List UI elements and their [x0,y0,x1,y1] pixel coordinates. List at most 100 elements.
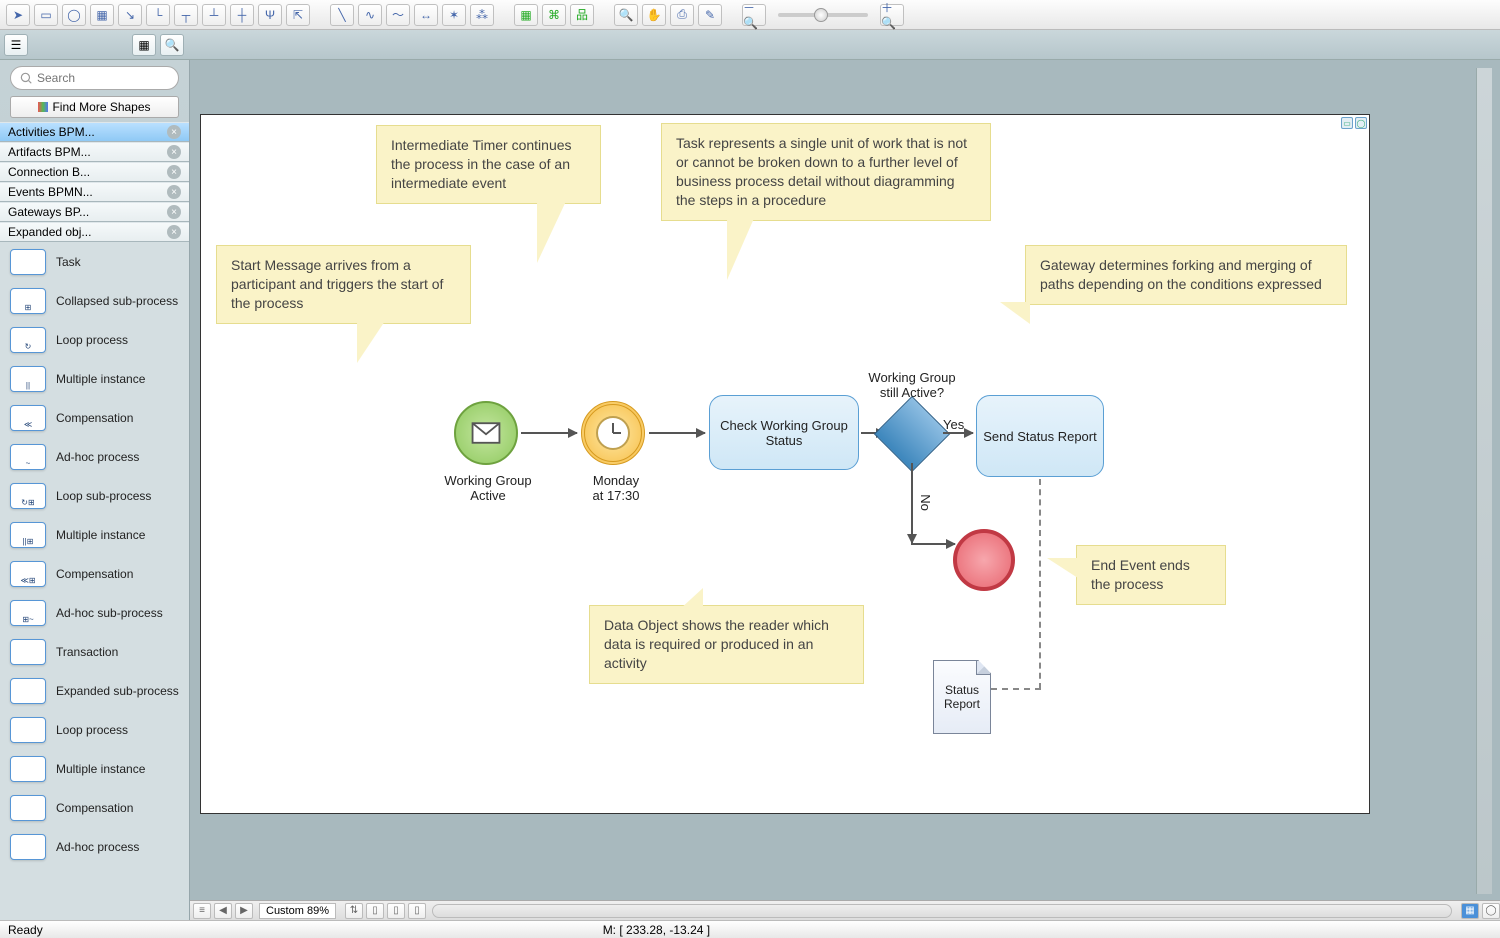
shape-icon [10,249,46,275]
search-view-icon[interactable]: 🔍 [160,34,184,56]
shape-item-6[interactable]: ↻⊞Loop sub-process [0,476,189,515]
end-event[interactable] [953,529,1015,591]
shape-icon: || [10,366,46,392]
shape-icon: ↻ [10,327,46,353]
start-event[interactable] [454,401,518,465]
close-icon[interactable]: × [167,125,181,139]
canvas-corner-icons: ▭◯ [1341,117,1367,129]
connector-tree2-icon[interactable]: ┴ [202,4,226,26]
category-3[interactable]: Events BPMN...× [0,182,189,202]
close-icon[interactable]: × [167,165,181,179]
shape-item-3[interactable]: || Multiple instance [0,359,189,398]
page-thumb-1[interactable]: ▯ [366,903,384,919]
diagram-canvas[interactable]: ▭◯ Start Message arrives from a particip… [200,114,1370,814]
page-list-icon[interactable]: ≡ [193,903,211,919]
connector-tree3-icon[interactable]: ┼ [230,4,254,26]
line-multi-icon[interactable]: ⁂ [470,4,494,26]
shape-item-15[interactable]: Ad-hoc process [0,827,189,866]
eyedropper-icon[interactable]: ✎ [698,4,722,26]
envelope-icon [471,422,501,444]
corner-widget-1[interactable]: ▦ [1461,903,1479,919]
close-icon[interactable]: × [167,225,181,239]
task-send-report[interactable]: Send Status Report [976,395,1104,477]
timer-event-label: Monday at 17:30 [571,473,661,503]
connector-tree1-icon[interactable]: ┬ [174,4,198,26]
category-5[interactable]: Expanded obj...× [0,222,189,242]
category-4[interactable]: Gateways BP...× [0,202,189,222]
connector-elbow-icon[interactable]: └ [146,4,170,26]
zoom-in-icon[interactable]: ＋🔍 [880,4,904,26]
data-object[interactable]: Status Report [933,660,991,734]
shape-label: Multiple instance [56,372,145,386]
shape-item-1[interactable]: ⊞Collapsed sub-process [0,281,189,320]
close-icon[interactable]: × [167,185,181,199]
shape-label: Compensation [56,801,133,815]
status-mouse: M: [ 233.28, -13.24 ] [603,923,710,937]
page-thumb-2[interactable]: ▯ [387,903,405,919]
shape-icon [10,756,46,782]
gateway[interactable] [874,396,950,472]
line-s-icon[interactable]: 〜 [386,4,410,26]
close-icon[interactable]: × [167,205,181,219]
shape-item-10[interactable]: Transaction [0,632,189,671]
line-star-icon[interactable]: ✶ [442,4,466,26]
vertical-scrollbar[interactable] [1476,68,1492,894]
page-thumb-3[interactable]: ▯ [408,903,426,919]
layout-hier-icon[interactable]: ⌘ [542,4,566,26]
shape-item-9[interactable]: ⊞~Ad-hoc sub-process [0,593,189,632]
shape-item-7[interactable]: ||⊞Multiple instance [0,515,189,554]
canvas-region: ▭◯ Start Message arrives from a particip… [190,60,1500,920]
rect-tool-icon[interactable]: ▭ [34,4,58,26]
corner-widget-2[interactable]: ◯ [1482,903,1500,919]
zoom-out-icon[interactable]: －🔍 [742,4,766,26]
horizontal-scrollbar[interactable] [432,904,1452,918]
shape-item-12[interactable]: Loop process [0,710,189,749]
layout-grid-icon[interactable]: ▦ [514,4,538,26]
table-tool-icon[interactable]: ▦ [90,4,114,26]
task-check-status[interactable]: Check Working Group Status [709,395,859,470]
shape-item-11[interactable]: Expanded sub-process [0,671,189,710]
shape-label: Task [56,255,81,269]
shape-item-4[interactable]: ≪Compensation [0,398,189,437]
line-curve-icon[interactable]: ∿ [358,4,382,26]
pan-hand-icon[interactable]: ✋ [642,4,666,26]
shape-item-5[interactable]: ~Ad-hoc process [0,437,189,476]
shape-item-8[interactable]: ≪⊞Compensation [0,554,189,593]
zoom-level-label[interactable]: Custom 89% [259,903,336,919]
page-prev-icon[interactable]: ◀ [214,903,232,919]
shape-item-13[interactable]: Multiple instance [0,749,189,788]
layout-org-icon[interactable]: 品 [570,4,594,26]
shape-search [10,66,179,90]
zoom-slider-thumb[interactable] [814,8,828,22]
ellipse-tool-icon[interactable]: ◯ [62,4,86,26]
shape-item-14[interactable]: Compensation [0,788,189,827]
shape-icon: ⊞ [10,288,46,314]
zoom-slider[interactable] [778,13,868,17]
annotation-gateway: Gateway determines forking and merging o… [1025,245,1347,305]
stamp-icon[interactable]: ⎙ [670,4,694,26]
gateway-yes-label: Yes [943,417,964,432]
tree-view-icon[interactable]: ☰ [4,34,28,56]
status-ready: Ready [8,923,43,937]
zoom-search-icon[interactable]: 🔍 [614,4,638,26]
page-next-icon[interactable]: ▶ [235,903,253,919]
category-2[interactable]: Connection B...× [0,162,189,182]
search-input[interactable] [10,66,179,90]
shape-item-0[interactable]: Task [0,242,189,281]
category-1[interactable]: Artifacts BPM...× [0,142,189,162]
find-more-shapes-button[interactable]: Find More Shapes [10,96,179,118]
close-icon[interactable]: × [167,145,181,159]
line-both-icon[interactable]: ↔ [414,4,438,26]
shape-item-2[interactable]: ↻Loop process [0,320,189,359]
connector-branch-icon[interactable]: Ψ [258,4,282,26]
line-diag-icon[interactable]: ╲ [330,4,354,26]
connector-straight-icon[interactable]: ↘ [118,4,142,26]
grid-view-icon[interactable]: ▦ [132,34,156,56]
zoom-stepper-icon[interactable]: ⇅ [345,903,363,919]
pointer-tool-icon[interactable]: ➤ [6,4,30,26]
category-label: Activities BPM... [8,125,95,139]
timer-event[interactable] [581,401,645,465]
export-icon[interactable]: ⇱ [286,4,310,26]
category-0[interactable]: Activities BPM... × [0,122,189,142]
shape-label: Ad-hoc process [56,840,139,854]
